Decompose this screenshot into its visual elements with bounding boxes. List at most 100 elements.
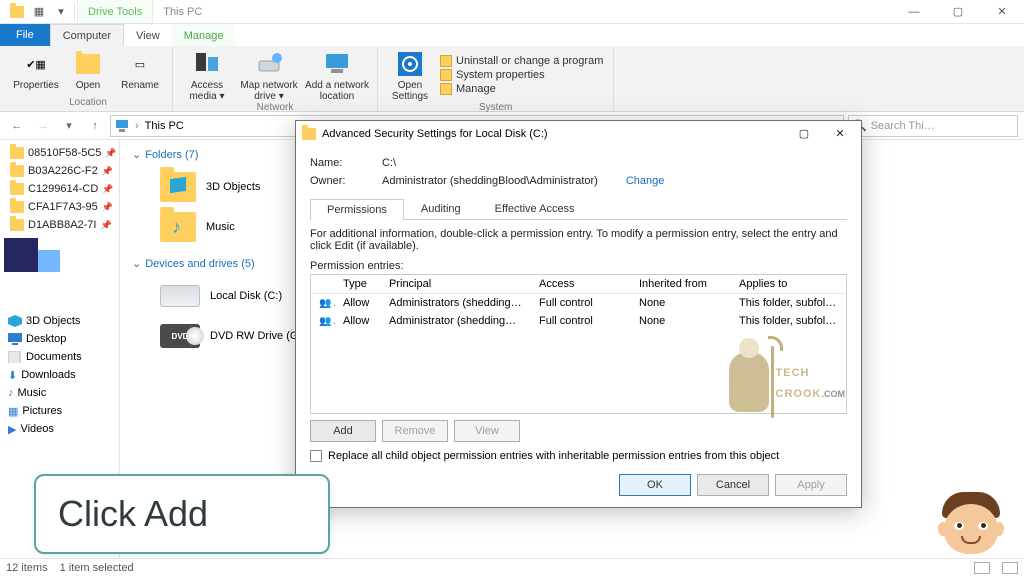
document-icon xyxy=(8,351,22,363)
drive-label: Local Disk (C:) xyxy=(210,290,282,302)
view-button[interactable]: View xyxy=(454,420,520,442)
nav-lib-documents[interactable]: Documents xyxy=(2,348,117,366)
picture-icon: ▦ xyxy=(8,405,18,418)
nav-lib-desktop[interactable]: Desktop xyxy=(2,330,117,348)
this-pc-icon xyxy=(115,119,129,133)
breadcrumb-this-pc[interactable]: This PC xyxy=(145,120,184,132)
folder-icon xyxy=(10,219,24,231)
file-tab[interactable]: File xyxy=(0,24,50,46)
ok-button[interactable]: OK xyxy=(619,474,691,496)
explorer-icon[interactable] xyxy=(6,0,28,23)
properties-button[interactable]: ✔︎▦Properties xyxy=(10,48,62,97)
thumbnail-preview xyxy=(4,238,117,272)
ribbon-group-location: ✔︎▦Properties Open ▭Rename Location xyxy=(4,48,173,111)
nav-forward-button[interactable]: → xyxy=(32,115,54,137)
permission-header-row: Type Principal Access Inherited from App… xyxy=(311,275,846,294)
dialog-titlebar[interactable]: Advanced Security Settings for Local Dis… xyxy=(296,121,861,146)
col-inherited[interactable]: Inherited from xyxy=(631,275,731,293)
nav-recent-dropdown[interactable]: ▾ xyxy=(58,115,80,137)
folder-icon xyxy=(10,183,24,195)
nav-recent-item[interactable]: CFA1F7A3-95📌 xyxy=(2,198,117,216)
add-button[interactable]: Add xyxy=(310,420,376,442)
qat-properties-icon[interactable]: ▦ xyxy=(28,0,50,23)
pin-icon: 📌 xyxy=(105,148,116,159)
group-label-location: Location xyxy=(10,97,166,111)
col-applies[interactable]: Applies to xyxy=(731,275,846,293)
dialog-tabstrip: Permissions Auditing Effective Access xyxy=(310,198,847,220)
replace-children-checkbox[interactable]: Replace all child object permission entr… xyxy=(310,450,847,462)
advanced-security-dialog: Advanced Security Settings for Local Dis… xyxy=(295,120,862,508)
pin-icon: 📌 xyxy=(102,184,113,195)
dialog-maximize-button[interactable]: ▢ xyxy=(789,123,819,145)
tab-effective-access[interactable]: Effective Access xyxy=(478,198,592,219)
view-details-button[interactable] xyxy=(974,562,990,574)
pin-icon: 📌 xyxy=(102,166,113,177)
context-tab-drive-tools[interactable]: Drive Tools xyxy=(77,0,153,23)
group-label-network: Network xyxy=(179,102,371,113)
box-icon xyxy=(440,55,452,67)
col-access[interactable]: Access xyxy=(531,275,631,293)
search-placeholder: Search Thi… xyxy=(871,120,935,132)
close-button[interactable]: ✕ xyxy=(980,0,1024,23)
uninstall-program-button[interactable]: Uninstall or change a program xyxy=(440,55,603,67)
ribbon-group-network: Access media ▾ Map network drive ▾ Add a… xyxy=(173,48,378,111)
dialog-close-button[interactable]: ✕ xyxy=(825,123,855,145)
cancel-button[interactable]: Cancel xyxy=(697,474,769,496)
nav-lib-downloads[interactable]: ⬇Downloads xyxy=(2,366,117,384)
nav-lib-music[interactable]: ♪Music xyxy=(2,384,117,402)
open-button[interactable]: Open xyxy=(62,48,114,97)
system-properties-button[interactable]: System properties xyxy=(440,69,603,81)
nav-recent-item[interactable]: B03A226C-F2📌 xyxy=(2,162,117,180)
folder-icon xyxy=(302,128,316,140)
status-item-count: 12 items xyxy=(6,562,48,574)
computer-tab[interactable]: Computer xyxy=(50,24,124,46)
users-icon xyxy=(319,315,333,325)
chevron-right-icon: › xyxy=(135,120,139,132)
open-settings-button[interactable]: Open Settings xyxy=(384,48,436,102)
nav-up-button[interactable]: ↑ xyxy=(84,115,106,137)
permission-row[interactable]: Allow Administrators (sheddingBloo… Full… xyxy=(311,294,846,312)
nav-lib-3dobjects[interactable]: 3D Objects xyxy=(2,312,117,330)
col-principal[interactable]: Principal xyxy=(381,275,531,293)
view-tiles-button[interactable] xyxy=(1002,562,1018,574)
nav-lib-pictures[interactable]: ▦Pictures xyxy=(2,402,117,420)
tab-permissions[interactable]: Permissions xyxy=(310,199,404,220)
ribbon: ✔︎▦Properties Open ▭Rename Location Acce… xyxy=(0,46,1024,112)
search-box[interactable]: 🔍 Search Thi… xyxy=(848,115,1018,137)
nav-recent-item[interactable]: 08510F58-5C5📌 xyxy=(2,144,117,162)
owner-value: Administrator (sheddingBlood\Administrat… xyxy=(382,175,598,187)
folder-icon xyxy=(10,201,24,213)
drive-label: DVD RW Drive (G:) xyxy=(210,330,305,342)
nav-back-button[interactable]: ← xyxy=(6,115,28,137)
tab-auditing[interactable]: Auditing xyxy=(404,198,478,219)
minimize-button[interactable]: — xyxy=(892,0,936,23)
remove-button[interactable]: Remove xyxy=(382,420,448,442)
dialog-hint-text: For additional information, double-click… xyxy=(310,228,847,252)
access-media-button[interactable]: Access media ▾ xyxy=(179,48,235,102)
permission-row[interactable]: Allow Administrator (sheddingBloo… Full … xyxy=(311,312,846,330)
folder-label: 3D Objects xyxy=(206,181,260,193)
col-type[interactable]: Type xyxy=(335,275,381,293)
group-label-system: System xyxy=(384,102,607,113)
add-network-location-button[interactable]: Add a network location xyxy=(303,48,371,102)
qat-new-folder-icon[interactable]: ▾ xyxy=(50,0,72,23)
nav-recent-item[interactable]: D1ABB8A2-7I📌 xyxy=(2,216,117,234)
rename-button[interactable]: ▭Rename xyxy=(114,48,166,97)
hdd-icon xyxy=(160,285,200,307)
name-value: C:\ xyxy=(382,157,396,169)
change-owner-link[interactable]: Change xyxy=(626,175,665,187)
manage-button[interactable]: Manage xyxy=(440,83,603,95)
maximize-button[interactable]: ▢ xyxy=(936,0,980,23)
folder-icon xyxy=(160,172,196,202)
nav-lib-videos[interactable]: ▶Videos xyxy=(2,420,117,438)
map-network-drive-button[interactable]: Map network drive ▾ xyxy=(235,48,303,102)
download-icon: ⬇ xyxy=(8,369,17,382)
nav-recent-item[interactable]: C1299614-CD📌 xyxy=(2,180,117,198)
view-tab[interactable]: View xyxy=(124,24,172,46)
apply-button[interactable]: Apply xyxy=(775,474,847,496)
dialog-title: Advanced Security Settings for Local Dis… xyxy=(322,128,548,140)
manage-tab[interactable]: Manage xyxy=(172,24,236,46)
ribbon-group-system: Open Settings Uninstall or change a prog… xyxy=(378,48,614,111)
replace-children-label: Replace all child object permission entr… xyxy=(328,450,779,462)
name-key: Name: xyxy=(310,157,360,169)
